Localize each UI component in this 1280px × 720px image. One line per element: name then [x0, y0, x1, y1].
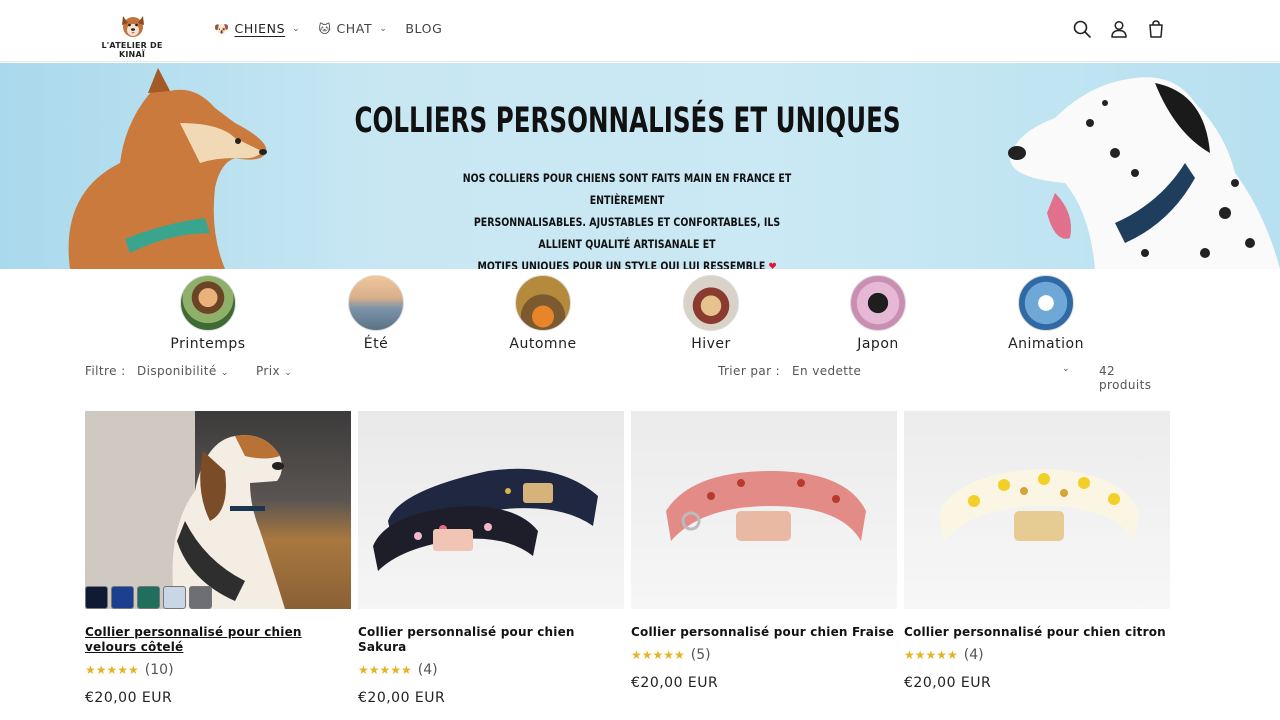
banner-line-3: MOTIFS UNIQUES POUR UN STYLE QUI LUI RES…	[457, 255, 796, 269]
banner-line-1: NOS COLLIERS POUR CHIENS SONT FAITS MAIN…	[462, 171, 792, 207]
product-card[interactable]: Collier personnalisé pour chien Fraise ★…	[631, 411, 897, 691]
review-count: (4)	[417, 662, 438, 678]
category-label: Japon	[857, 336, 899, 352]
product-count: 42 produits	[1099, 364, 1152, 392]
nav-item-chiens[interactable]: 🐶 CHIENS ⌄	[214, 21, 300, 36]
main-nav: 🐶 CHIENS ⌄ 🐱 CHAT ⌄ BLOG	[214, 21, 442, 36]
category-automne[interactable]: Automne	[473, 275, 613, 352]
product-image[interactable]	[631, 411, 897, 609]
sort-label: Trier par :	[718, 364, 781, 378]
color-swatch[interactable]	[137, 586, 160, 609]
nav-label-chat: CHAT	[336, 21, 373, 36]
category-image	[850, 275, 906, 331]
banner-description: NOS COLLIERS POUR CHIENS SONT FAITS MAIN…	[457, 167, 796, 269]
review-count: (4)	[963, 647, 984, 663]
category-image	[515, 275, 571, 331]
review-count: (10)	[144, 662, 174, 678]
account-icon[interactable]	[1109, 19, 1129, 39]
product-rating: ★★★★★ (5)	[631, 647, 897, 663]
product-rating: ★★★★★ (4)	[904, 647, 1170, 663]
nav-label-chiens: CHIENS	[234, 21, 286, 36]
sakura-collar-photo	[373, 468, 598, 571]
cat-emoji-icon: 🐱	[318, 21, 332, 36]
product-rating: ★★★★★ (10)	[85, 662, 351, 678]
hero-banner: COLLIERS PERSONNALISÉS ET UNIQUES NOS CO…	[0, 63, 1280, 269]
star-rating-icon: ★★★★★	[85, 663, 139, 677]
availability-filter[interactable]: Disponibilité ⌄	[137, 364, 229, 378]
heart-icon: ❤	[768, 259, 777, 269]
product-image[interactable]	[358, 411, 624, 609]
product-price: €20,00 EUR	[85, 690, 173, 706]
product-title[interactable]: Collier personnalisé pour chien Fraise	[631, 625, 897, 640]
cart-icon[interactable]	[1146, 19, 1166, 39]
fraise-collar-photo	[666, 471, 866, 541]
beagle-photo	[85, 411, 285, 609]
product-rating: ★★★★★ (4)	[358, 662, 624, 678]
product-card[interactable]: Collier personnalisé pour chien Sakura ★…	[358, 411, 624, 706]
chevron-down-icon: ⌄	[220, 368, 229, 378]
chevron-down-icon: ⌄	[379, 23, 388, 34]
star-rating-icon: ★★★★★	[358, 663, 412, 677]
citron-collar-photo	[939, 469, 1139, 541]
category-row: Printemps Été Automne Hiver Japon Animat…	[0, 275, 1280, 355]
color-swatch[interactable]	[163, 586, 186, 609]
category-image	[1018, 275, 1074, 331]
sort-select[interactable]: En vedette ⌄	[792, 364, 1070, 378]
nav-item-chat[interactable]: 🐱 CHAT ⌄	[318, 21, 387, 36]
product-price: €20,00 EUR	[631, 675, 719, 691]
filter-bar: Filtre : Disponibilité ⌄ Prix ⌄ Trier pa…	[85, 362, 1170, 392]
product-title[interactable]: Collier personnalisé pour chien velours …	[85, 625, 351, 655]
category-hiver[interactable]: Hiver	[641, 275, 781, 352]
category-image	[348, 275, 404, 331]
nav-label-blog: BLOG	[405, 21, 443, 36]
product-card[interactable]: Collier personnalisé pour chien velours …	[85, 411, 351, 706]
availability-filter-label: Disponibilité	[137, 364, 217, 378]
star-rating-icon: ★★★★★	[631, 648, 685, 662]
product-title[interactable]: Collier personnalisé pour chien Sakura	[358, 625, 624, 655]
banner-line-3-text: MOTIFS UNIQUES POUR UN STYLE QUI LUI RES…	[477, 259, 766, 269]
color-swatches	[85, 586, 212, 609]
product-image[interactable]	[904, 411, 1170, 609]
dalmatian-dog-image	[1008, 77, 1280, 269]
review-count: (5)	[690, 647, 711, 663]
site-logo[interactable]: L'ATELIER DE KINAÏ	[90, 10, 174, 59]
price-filter[interactable]: Prix ⌄	[256, 364, 292, 378]
color-swatch[interactable]	[189, 586, 212, 609]
search-icon[interactable]	[1072, 19, 1092, 39]
color-swatch[interactable]	[85, 586, 108, 609]
banner-line-2: PERSONNALISABLES. AJUSTABLES ET CONFORTA…	[473, 215, 781, 251]
nav-item-blog[interactable]: BLOG	[405, 21, 442, 36]
category-label: Animation	[1008, 336, 1084, 352]
header-icons	[1072, 19, 1166, 39]
dog-logo-icon	[122, 16, 144, 37]
category-image	[683, 275, 739, 331]
star-rating-icon: ★★★★★	[904, 648, 958, 662]
category-animation[interactable]: Animation	[976, 275, 1116, 352]
product-price: €20,00 EUR	[904, 675, 992, 691]
category-ete[interactable]: Été	[306, 275, 446, 352]
category-image	[180, 275, 236, 331]
chevron-down-icon: ⌄	[284, 368, 293, 378]
product-title[interactable]: Collier personnalisé pour chien citron	[904, 625, 1170, 640]
site-header: L'ATELIER DE KINAÏ 🐶 CHIENS ⌄ 🐱 CHAT ⌄ B…	[0, 0, 1280, 62]
chevron-down-icon: ⌄	[292, 23, 301, 34]
product-price: €20,00 EUR	[358, 690, 446, 706]
shiba-dog-image	[68, 68, 267, 269]
logo-text: L'ATELIER DE KINAÏ	[101, 41, 163, 59]
category-label: Automne	[509, 336, 577, 352]
category-label: Hiver	[691, 336, 731, 352]
banner-title: COLLIERS PERSONNALISÉS ET UNIQUES	[354, 101, 901, 141]
price-filter-label: Prix	[256, 364, 280, 378]
dog-emoji-icon: 🐶	[214, 21, 230, 36]
color-swatch[interactable]	[111, 586, 134, 609]
category-japon[interactable]: Japon	[808, 275, 948, 352]
filter-label: Filtre :	[85, 364, 126, 378]
sort-select-value: En vedette	[792, 364, 862, 378]
category-label: Été	[363, 336, 389, 352]
product-card[interactable]: Collier personnalisé pour chien citron ★…	[904, 411, 1170, 691]
category-label: Printemps	[170, 336, 246, 352]
product-image[interactable]	[85, 411, 351, 609]
category-printemps[interactable]: Printemps	[138, 275, 278, 352]
chevron-down-icon: ⌄	[1062, 364, 1070, 374]
